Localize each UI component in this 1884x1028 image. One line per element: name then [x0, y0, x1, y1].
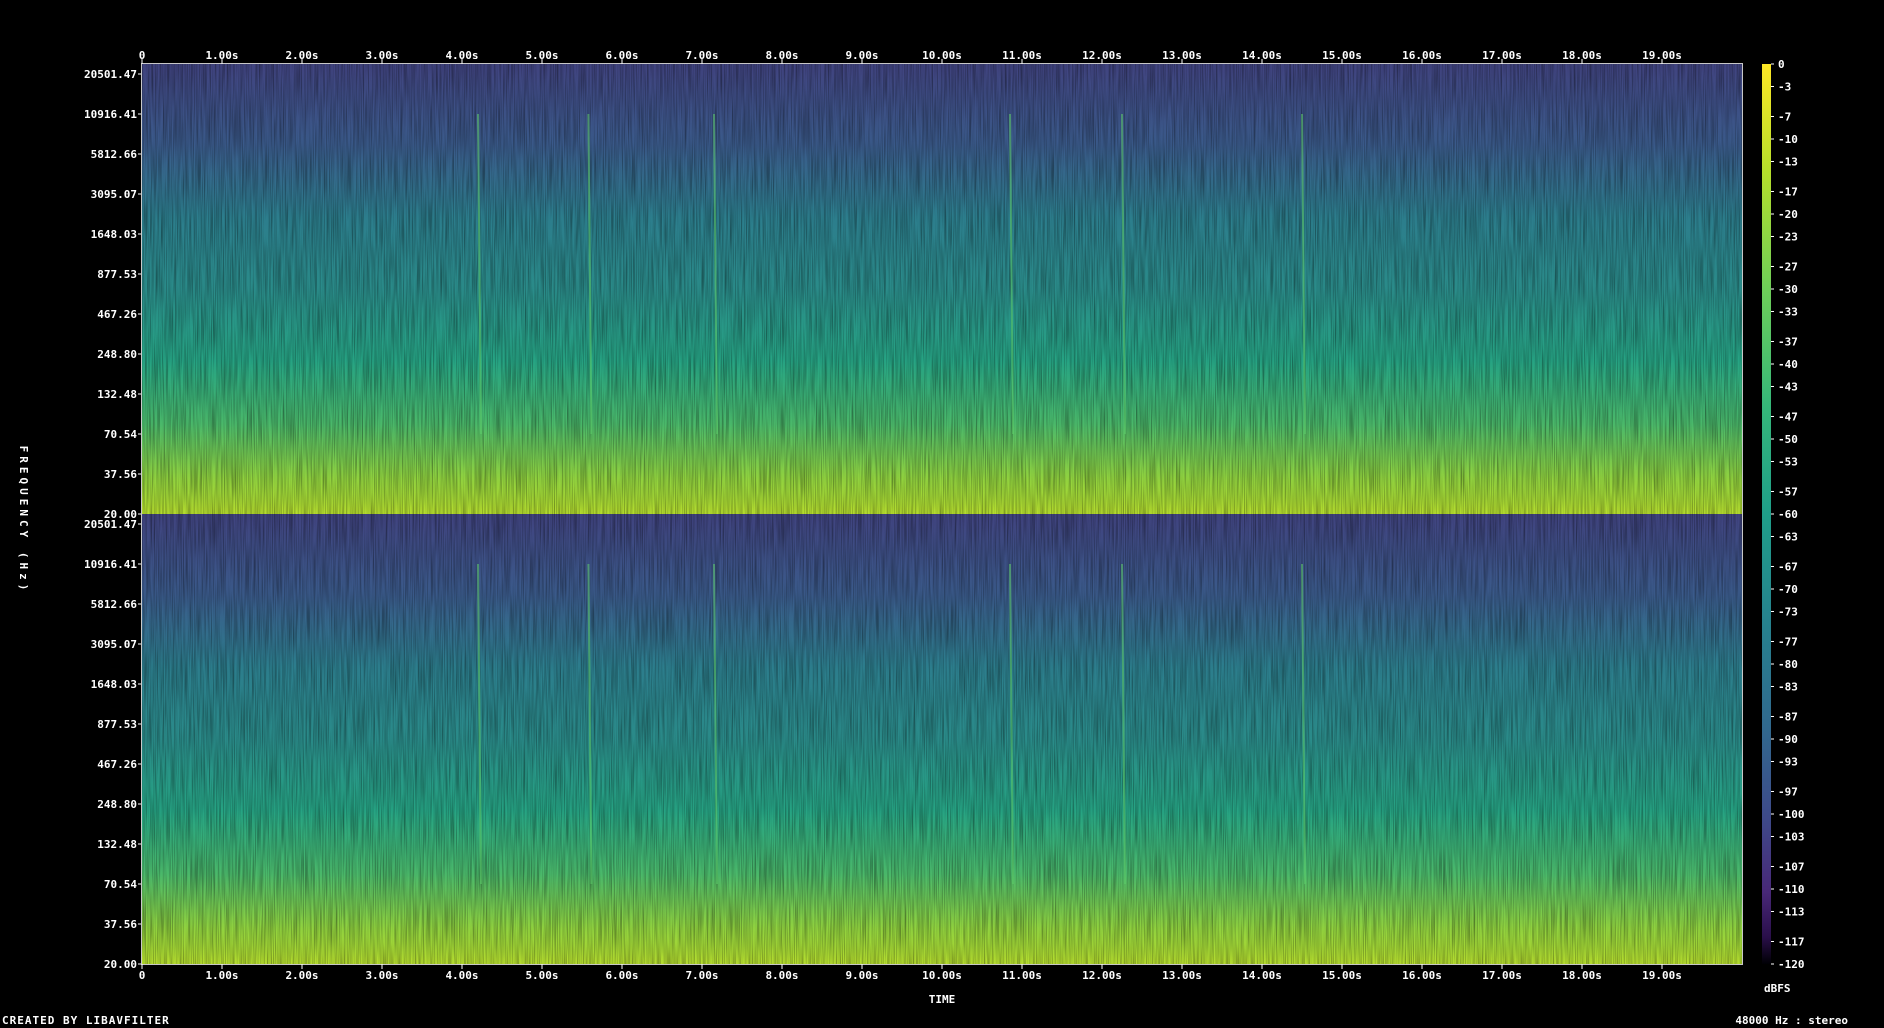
- freq-tick-label: 20.00: [104, 958, 137, 971]
- freq-tick-label: 467.26: [97, 308, 137, 321]
- colorbar-tick-label: -117: [1778, 936, 1805, 949]
- freq-tick-label: 1648.03: [91, 228, 137, 241]
- colorbar-tick-label: -17: [1778, 186, 1798, 199]
- colorbar-tick-label: -77: [1778, 636, 1798, 649]
- time-tick-label: 0: [139, 969, 146, 982]
- freq-tick-label: 20501.47: [84, 68, 137, 81]
- time-tick-label: 14.00s: [1242, 969, 1282, 982]
- y-axis-label: FREQUENCY (Hz): [17, 446, 30, 595]
- time-tick-label: 16.00s: [1402, 969, 1442, 982]
- spectrogram-chart: 20501.47 10916.41 5812.66 3095.07 1648.03 877…: [17, 49, 1805, 1006]
- colorbar-tick-label: -73: [1778, 606, 1798, 619]
- time-tick-label: 4.00s: [445, 969, 478, 982]
- freq-tick-label: 3095.07: [91, 188, 137, 201]
- time-tick-label: 11.00s: [1002, 969, 1042, 982]
- colorbar-tick-label: -40: [1778, 358, 1798, 371]
- colorbar-tick-label: -67: [1778, 561, 1798, 574]
- colorbar-tick-label: -120: [1778, 958, 1805, 971]
- colorbar-tick-label: 0: [1778, 58, 1785, 71]
- time-tick-label: 1.00s: [205, 969, 238, 982]
- freq-tick-label: 467.26: [97, 758, 137, 771]
- freq-tick-label: 877.53: [97, 718, 137, 731]
- colorbar-tick-label: -63: [1778, 531, 1798, 544]
- time-tick-label: 3.00s: [365, 969, 398, 982]
- colorbar: 0 -3 -7 -10 -13 -17 -20 -23 -27 -30 -33 -37 -40 -43 -4…: [1762, 58, 1805, 971]
- time-tick-label: 5.00s: [525, 969, 558, 982]
- colorbar-label: dBFS: [1764, 982, 1791, 995]
- colorbar-tick-label: -97: [1778, 786, 1798, 799]
- colorbar-tick-label: -90: [1778, 733, 1798, 746]
- time-tick-label: 6.00s: [605, 969, 638, 982]
- time-tick-label: 17.00s: [1482, 969, 1522, 982]
- freq-tick-label: 20501.47: [84, 518, 137, 531]
- freq-tick-label: 248.80: [97, 348, 137, 361]
- colorbar-tick-label: -83: [1778, 681, 1798, 694]
- freq-tick-label: 248.80: [97, 798, 137, 811]
- x-axis-label: TIME: [929, 993, 956, 1006]
- colorbar-tick-label: -57: [1778, 486, 1798, 499]
- time-tick-label: 19.00s: [1642, 969, 1682, 982]
- time-tick-label: 18.00s: [1562, 969, 1602, 982]
- colorbar-tick-label: -107: [1778, 861, 1805, 874]
- colorbar-tick-label: -23: [1778, 231, 1798, 244]
- time-tick-label: 8.00s: [765, 969, 798, 982]
- colorbar-gradient: [1762, 64, 1771, 964]
- freq-tick-label: 37.56: [104, 468, 137, 481]
- colorbar-tick-label: -70: [1778, 583, 1798, 596]
- time-tick-label: 9.00s: [845, 969, 878, 982]
- time-tick-label: 10.00s: [922, 969, 962, 982]
- freq-tick-label: 70.54: [104, 428, 137, 441]
- freq-tick-label: 132.48: [97, 838, 137, 851]
- colorbar-tick-label: -43: [1778, 381, 1798, 394]
- colorbar-tick-label: -60: [1778, 508, 1798, 521]
- freq-tick-label: 37.56: [104, 918, 137, 931]
- colorbar-tick-label: -37: [1778, 336, 1798, 349]
- colorbar-tick-label: -7: [1778, 111, 1791, 124]
- time-tick-label: 13.00s: [1162, 969, 1202, 982]
- colorbar-tick-label: -103: [1778, 831, 1805, 844]
- colorbar-tick-label: -53: [1778, 456, 1798, 469]
- freq-tick-label: 5812.66: [91, 598, 138, 611]
- freq-tick-label: 3095.07: [91, 638, 137, 651]
- time-tick-label: 7.00s: [685, 969, 718, 982]
- credit-text: CREATED BY LIBAVFILTER: [2, 1014, 170, 1027]
- time-tick-label: 15.00s: [1322, 969, 1362, 982]
- freq-tick-label: 10916.41: [84, 558, 137, 571]
- colorbar-tick-label: -30: [1778, 283, 1798, 296]
- time-tick-label: 12.00s: [1082, 969, 1122, 982]
- channel-left: [142, 64, 1742, 514]
- colorbar-tick-label: -13: [1778, 156, 1798, 169]
- colorbar-tick-label: -50: [1778, 433, 1798, 446]
- channel-right: [142, 514, 1742, 964]
- freq-tick-label: 877.53: [97, 268, 137, 281]
- colorbar-tick-label: -33: [1778, 306, 1798, 319]
- colorbar-tick-label: -113: [1778, 906, 1805, 919]
- colorbar-tick-label: -87: [1778, 711, 1798, 724]
- freq-tick-label: 1648.03: [91, 678, 137, 691]
- colorbar-tick-label: -47: [1778, 411, 1798, 424]
- freq-tick-label: 5812.66: [91, 148, 138, 161]
- sample-rate-info: 48000 Hz : stereo: [1735, 1014, 1848, 1027]
- colorbar-tick-label: -100: [1778, 808, 1805, 821]
- colorbar-tick-label: -27: [1778, 261, 1798, 274]
- time-tick-label: 2.00s: [285, 969, 318, 982]
- colorbar-tick-label: -80: [1778, 658, 1798, 671]
- colorbar-tick-label: -93: [1778, 756, 1798, 769]
- freq-tick-label: 10916.41: [84, 108, 137, 121]
- colorbar-tick-label: -10: [1778, 133, 1798, 146]
- colorbar-tick-label: -110: [1778, 883, 1805, 896]
- colorbar-tick-label: -3: [1778, 81, 1791, 94]
- freq-tick-label: 132.48: [97, 388, 137, 401]
- colorbar-tick-label: -20: [1778, 208, 1798, 221]
- freq-tick-label: 70.54: [104, 878, 137, 891]
